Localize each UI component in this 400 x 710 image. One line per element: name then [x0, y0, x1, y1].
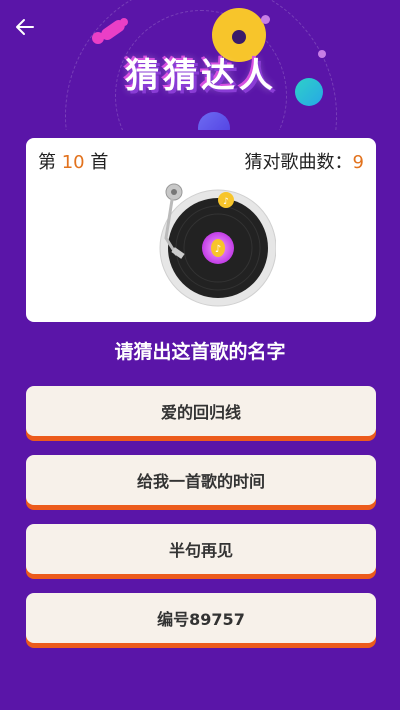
question-prompt: 请猜出这首歌的名字	[114, 341, 286, 363]
page-title: 猜猜达人	[125, 56, 277, 96]
answer-option[interactable]: 给我一首歌的时间	[26, 455, 376, 505]
answer-option[interactable]: 半句再见	[26, 524, 376, 574]
level-suffix: 首	[90, 152, 109, 173]
score-indicator: 猜对歌曲数：9	[245, 148, 364, 174]
song-card: 第 10 首 猜对歌曲数：9 ♪ ♪	[26, 138, 376, 322]
svg-text:♪: ♪	[215, 244, 221, 255]
level-prefix: 第	[38, 152, 56, 173]
decor-dot	[318, 50, 326, 58]
answer-option[interactable]: 编号89757	[26, 593, 376, 643]
answer-option[interactable]: 爱的回归线	[26, 386, 376, 436]
svg-text:♪: ♪	[223, 197, 229, 207]
header: 猜猜达人	[0, 0, 400, 130]
score-value: 9	[352, 152, 364, 173]
vinyl-disc: ♪ ♪	[146, 178, 277, 308]
level-indicator: 第 10 首	[38, 148, 108, 174]
decor-dot	[120, 18, 128, 26]
score-label: 猜对歌曲数：	[244, 152, 353, 173]
arrow-left-icon	[15, 17, 35, 41]
emoji-eye	[232, 30, 246, 44]
level-number: 10	[61, 152, 85, 173]
decor-dot	[261, 15, 270, 24]
back-button[interactable]	[10, 14, 40, 44]
